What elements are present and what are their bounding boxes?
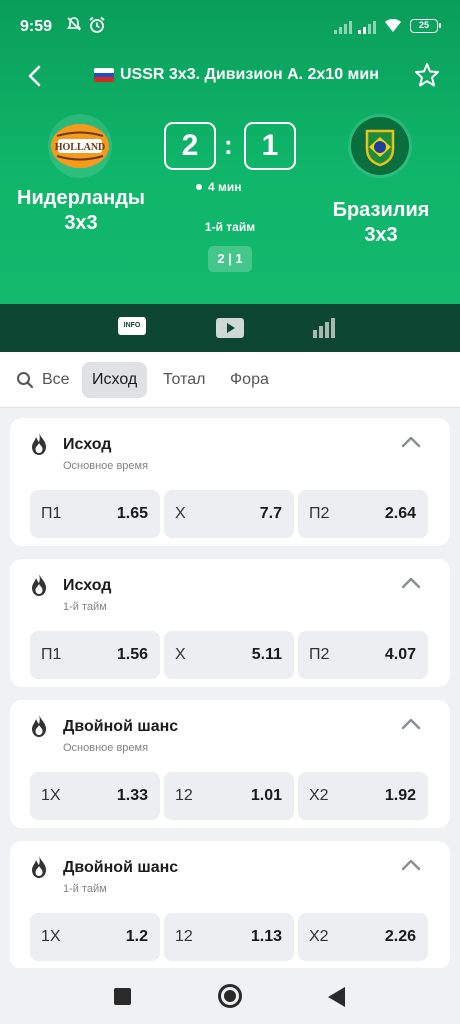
league-title: USSR 3x3. Дивизион А. 2x10 мин	[94, 66, 379, 84]
odd-label: X2	[309, 787, 329, 804]
odd-label: 12	[175, 787, 193, 804]
market-card: Двойной шанс 1-й тайм 1X 1.2 12 1.13 X2 2.26	[10, 841, 450, 969]
signal-2-icon	[358, 20, 376, 34]
market-card: Двойной шанс Основное время 1X 1.33 12 1.01 X2…	[10, 700, 450, 828]
market-title: Исход	[63, 436, 112, 453]
recents-button[interactable]	[114, 988, 131, 1005]
market-card: Исход Основное время П1 1.65 X 7.7 П2 2.64	[10, 418, 450, 546]
odd-value: 1.01	[250, 787, 282, 804]
odd-button[interactable]: П2 2.64	[298, 490, 428, 538]
market-filter-bar: Все Исход Тотал Фора	[0, 352, 460, 408]
chevron-up-icon[interactable]	[400, 857, 422, 873]
russia-flag-icon	[94, 68, 114, 82]
wifi-icon	[385, 19, 401, 32]
odd-label: П1	[41, 505, 62, 522]
filter-tab-total[interactable]: Тотал	[153, 362, 215, 398]
system-back-button[interactable]	[328, 987, 345, 1007]
odd-label: X	[175, 505, 186, 522]
match-time: 4 мин	[196, 180, 242, 194]
odd-label: П2	[309, 646, 330, 663]
odd-label: П2	[309, 505, 330, 522]
match-header: 9:59 25 USSR 3x3. Дивизион А. 2x10 мин H…	[0, 0, 460, 304]
score-separator: :	[224, 130, 233, 160]
market-card: Исход 1-й тайм П1 1.56 X 5.11 П2 4.07	[10, 559, 450, 687]
odd-button[interactable]: 12 1.13	[164, 913, 294, 961]
home-button[interactable]	[218, 984, 242, 1008]
odd-button[interactable]: X 7.7	[164, 490, 294, 538]
filter-tab-outcome[interactable]: Исход	[82, 362, 148, 398]
odd-button[interactable]: X2 1.92	[298, 772, 428, 820]
market-subtitle: Основное время	[63, 460, 149, 472]
odd-value: 5.11	[251, 646, 282, 663]
fire-icon	[32, 433, 46, 455]
odd-value: 2.26	[384, 928, 416, 945]
odd-label: 1X	[41, 928, 61, 945]
live-dot-icon	[196, 184, 202, 190]
alarm-icon	[88, 16, 106, 38]
filter-tab-handicap[interactable]: Фора	[220, 362, 279, 398]
home-score: 2	[164, 122, 216, 170]
fire-icon	[32, 715, 46, 737]
odd-label: X2	[309, 928, 329, 945]
odd-label: 12	[175, 928, 193, 945]
odd-button[interactable]: X 5.11	[164, 631, 294, 679]
status-time: 9:59	[20, 18, 53, 35]
home-team-logo: HOLLAND	[48, 114, 112, 178]
odd-label: П1	[41, 646, 62, 663]
odd-value: 1.2	[125, 928, 148, 945]
chevron-up-icon[interactable]	[400, 575, 422, 591]
away-team-logo	[348, 114, 412, 178]
odd-value: 2.64	[384, 505, 416, 522]
odd-value: 1.13	[250, 928, 282, 945]
battery-icon: 25	[410, 19, 441, 33]
chevron-up-icon[interactable]	[400, 716, 422, 732]
away-team-name: Бразилия 3x3	[332, 199, 430, 246]
system-nav-bar	[0, 968, 460, 1024]
odd-button[interactable]: П1 1.56	[30, 631, 160, 679]
match-time-value: 4 мин	[208, 180, 242, 194]
odd-value: 1.33	[116, 787, 148, 804]
video-tab-icon[interactable]	[216, 318, 244, 338]
chevron-up-icon[interactable]	[400, 434, 422, 450]
odd-button[interactable]: 12 1.01	[164, 772, 294, 820]
fire-icon	[32, 856, 46, 878]
status-bar: 9:59 25	[0, 0, 460, 56]
league-name: USSR 3x3. Дивизион А. 2x10 мин	[120, 66, 379, 83]
odd-button[interactable]: X2 2.26	[298, 913, 428, 961]
odd-value: 4.07	[384, 646, 416, 663]
filter-tab-all[interactable]: Все	[32, 362, 80, 398]
odd-value: 1.56	[116, 646, 148, 663]
mute-icon	[66, 16, 82, 36]
market-subtitle: 1-й тайм	[63, 601, 107, 613]
odd-label: 1X	[41, 787, 61, 804]
svg-text:HOLLAND: HOLLAND	[55, 142, 106, 153]
market-title: Двойной шанс	[63, 859, 179, 876]
period-score: 2 | 1	[208, 246, 252, 272]
odd-button[interactable]: П1 1.65	[30, 490, 160, 538]
market-subtitle: 1-й тайм	[63, 883, 107, 895]
odd-value: 7.7	[259, 505, 282, 522]
odd-button[interactable]: 1X 1.33	[30, 772, 160, 820]
odd-value: 1.92	[384, 787, 416, 804]
info-tab[interactable]: INFO	[118, 317, 146, 335]
odd-button[interactable]: 1X 1.2	[30, 913, 160, 961]
market-title: Двойной шанс	[63, 718, 179, 735]
fire-icon	[32, 574, 46, 596]
odd-value: 1.65	[116, 505, 148, 522]
odd-button[interactable]: П2 4.07	[298, 631, 428, 679]
market-title: Исход	[63, 577, 112, 594]
signal-1-icon	[334, 20, 352, 34]
market-subtitle: Основное время	[63, 742, 149, 754]
stats-tab-icon[interactable]	[313, 318, 335, 338]
match-tab-bar: INFO	[0, 304, 460, 352]
away-score: 1	[244, 122, 296, 170]
back-button[interactable]	[24, 64, 46, 88]
favorite-star-button[interactable]	[414, 62, 440, 88]
odd-label: X	[175, 646, 186, 663]
